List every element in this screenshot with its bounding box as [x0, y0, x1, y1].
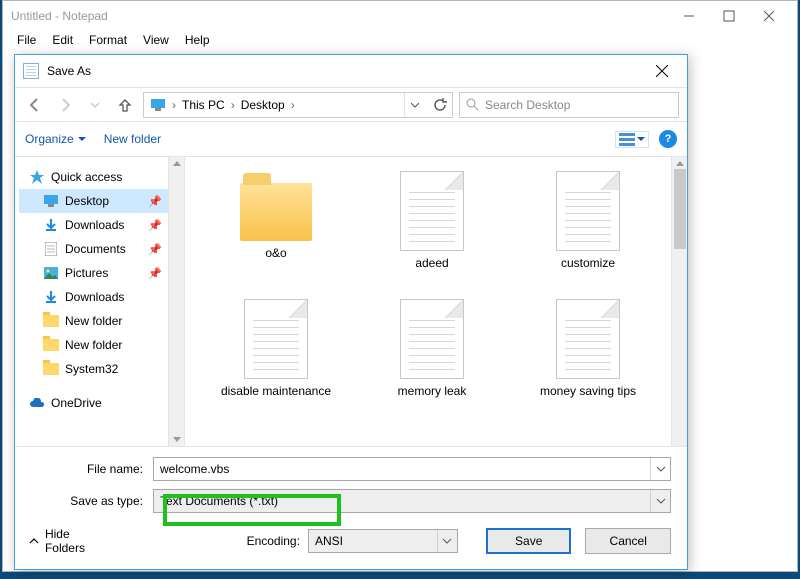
file-item[interactable]: memory leak [357, 299, 507, 419]
folder-icon [43, 313, 59, 329]
nav-item-desktop[interactable]: Desktop📌 [19, 189, 184, 213]
combo-dropdown-icon[interactable] [650, 490, 670, 512]
cancel-button[interactable]: Cancel [585, 528, 671, 554]
organize-menu[interactable]: Organize [25, 132, 86, 146]
document-icon [400, 171, 464, 251]
hide-folders-button[interactable]: Hide Folders [29, 527, 113, 555]
dialog-fields: File name: welcome.vbs Save as type: Tex… [15, 446, 687, 517]
encoding-select[interactable]: ANSI [308, 529, 458, 553]
content-scrollbar[interactable] [671, 157, 687, 446]
refresh-button[interactable] [430, 93, 450, 117]
folder-icon [43, 337, 59, 353]
file-list[interactable]: o&o adeed customize disable maintenance … [185, 157, 687, 446]
document-icon [400, 299, 464, 379]
chevron-right-icon: › [231, 98, 235, 112]
menu-help[interactable]: Help [179, 31, 216, 53]
address-bar[interactable]: › This PC › Desktop › [143, 92, 453, 118]
pin-icon: 📌 [148, 267, 162, 280]
notepad-menu: File Edit Format View Help [3, 31, 797, 53]
notepad-icon [23, 63, 39, 79]
picture-icon [43, 265, 59, 281]
monitor-icon [43, 193, 59, 209]
dialog-footer: Hide Folders Encoding: ANSI Save Cancel [15, 517, 687, 569]
menu-format[interactable]: Format [83, 31, 133, 53]
file-item[interactable]: customize [513, 171, 663, 291]
file-name-label: File name: [43, 462, 153, 476]
close-button[interactable] [749, 2, 789, 30]
file-item[interactable]: money saving tips [513, 299, 663, 419]
up-button[interactable] [113, 93, 137, 117]
download-icon [43, 289, 59, 305]
monitor-icon [150, 97, 166, 113]
file-name-input[interactable]: welcome.vbs [153, 457, 671, 481]
cloud-icon [29, 395, 45, 411]
recent-dropdown[interactable] [83, 93, 107, 117]
dialog-titlebar: Save As [15, 55, 687, 87]
address-dropdown[interactable] [404, 93, 424, 117]
help-button[interactable]: ? [659, 130, 677, 148]
nav-quick-access[interactable]: Quick access [19, 165, 184, 189]
combo-dropdown-icon[interactable] [437, 530, 457, 552]
minimize-button[interactable] [669, 2, 709, 30]
save-as-dialog: Save As › This PC › Desktop › Search Des… [14, 54, 688, 570]
document-icon [556, 171, 620, 251]
document-icon [556, 299, 620, 379]
pin-icon: 📌 [148, 243, 162, 256]
pin-icon: 📌 [148, 219, 162, 232]
navigation-pane: Quick access Desktop📌 Downloads📌 Documen… [15, 157, 185, 446]
pin-icon: 📌 [148, 195, 162, 208]
menu-view[interactable]: View [137, 31, 175, 53]
notepad-title: Untitled - Notepad [11, 9, 108, 23]
nav-item-documents[interactable]: Documents📌 [19, 237, 184, 261]
crumb-desktop[interactable]: Desktop [241, 98, 285, 112]
document-icon [43, 241, 59, 257]
nav-scrollbar[interactable] [168, 157, 184, 446]
document-icon [244, 299, 308, 379]
download-icon [43, 217, 59, 233]
dialog-title: Save As [47, 64, 91, 78]
chevron-right-icon: › [291, 98, 295, 112]
folder-icon [43, 361, 59, 377]
save-button[interactable]: Save [486, 528, 572, 554]
menu-file[interactable]: File [11, 31, 42, 53]
nav-onedrive[interactable]: OneDrive [19, 391, 184, 415]
save-type-select[interactable]: Text Documents (*.txt) [153, 489, 671, 513]
nav-item-downloads[interactable]: Downloads📌 [19, 213, 184, 237]
dialog-body: Quick access Desktop📌 Downloads📌 Documen… [15, 157, 687, 446]
dialog-nav-row: › This PC › Desktop › Search Desktop [15, 87, 687, 121]
file-item[interactable]: disable maintenance [201, 299, 351, 419]
dialog-toolbar: Organize New folder ? [15, 121, 687, 157]
menu-edit[interactable]: Edit [46, 31, 79, 53]
encoding-label: Encoding: [247, 534, 300, 548]
nav-item-system32[interactable]: System32 [19, 357, 184, 381]
search-placeholder: Search Desktop [485, 98, 570, 112]
new-folder-button[interactable]: New folder [104, 132, 161, 146]
nav-item-new-folder-2[interactable]: New folder [19, 333, 184, 357]
forward-button[interactable] [53, 93, 77, 117]
save-type-label: Save as type: [43, 494, 153, 508]
nav-item-new-folder[interactable]: New folder [19, 309, 184, 333]
search-input[interactable]: Search Desktop [459, 92, 679, 118]
search-icon [466, 98, 479, 111]
dialog-close-button[interactable] [647, 59, 677, 83]
star-icon [29, 169, 45, 185]
chevron-right-icon: › [172, 98, 176, 112]
back-button[interactable] [23, 93, 47, 117]
folder-icon [240, 183, 312, 241]
notepad-titlebar: Untitled - Notepad [3, 1, 797, 31]
nav-item-downloads-2[interactable]: Downloads [19, 285, 184, 309]
chevron-up-icon [29, 536, 39, 546]
combo-dropdown-icon[interactable] [650, 458, 670, 480]
crumb-this-pc[interactable]: This PC [182, 98, 225, 112]
file-item[interactable]: adeed [357, 171, 507, 291]
maximize-button[interactable] [709, 2, 749, 30]
view-selector[interactable] [615, 131, 649, 148]
nav-item-pictures[interactable]: Pictures📌 [19, 261, 184, 285]
file-item-folder[interactable]: o&o [201, 171, 351, 291]
